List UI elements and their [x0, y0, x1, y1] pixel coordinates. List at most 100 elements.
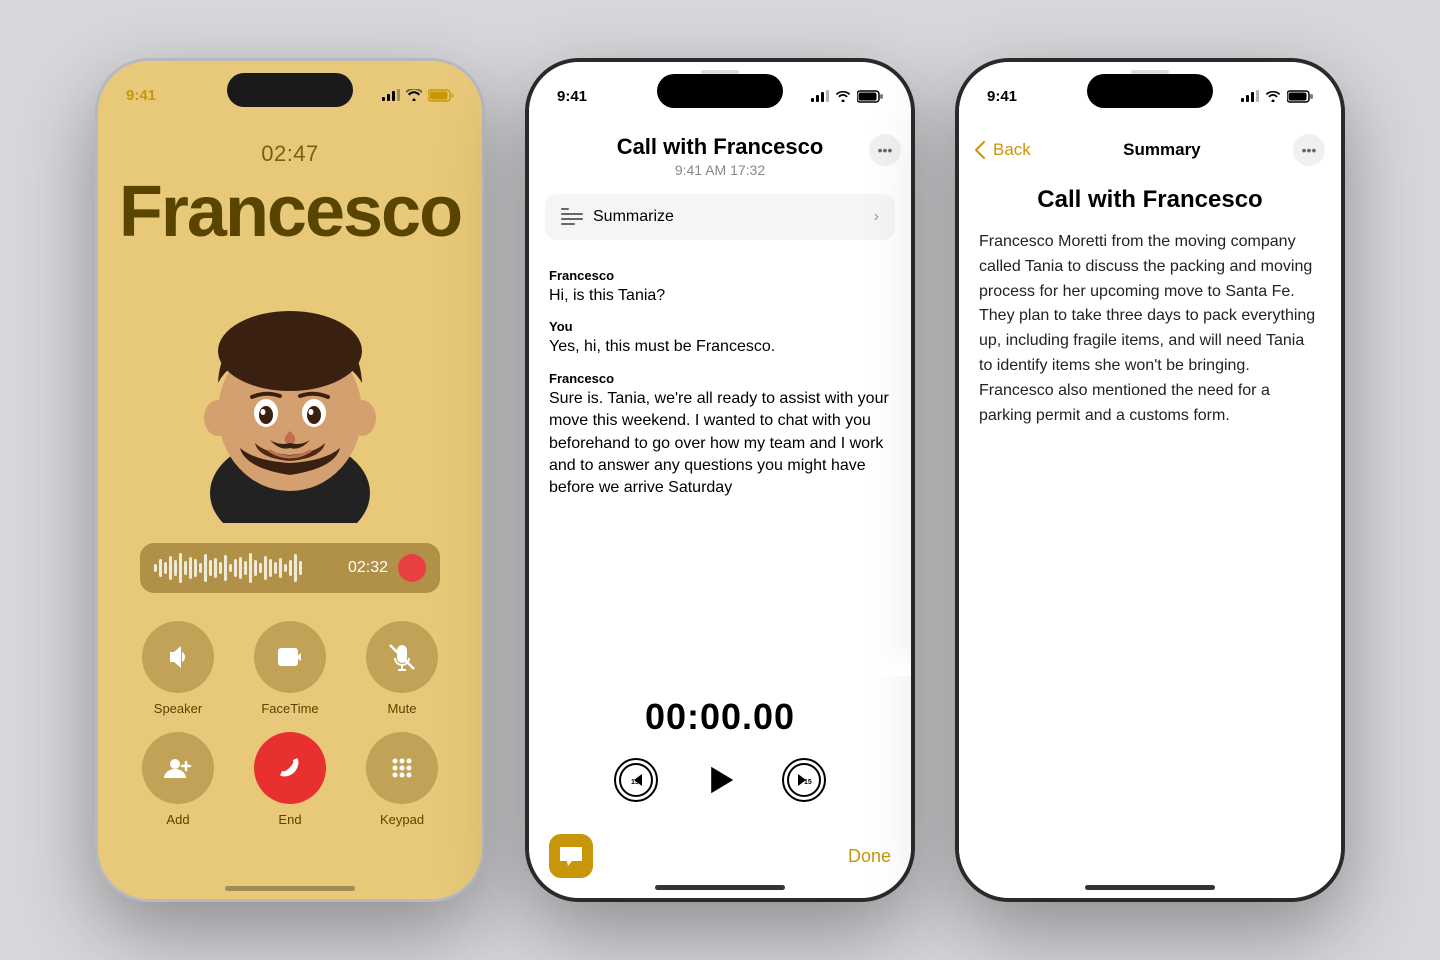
add-label: Add	[166, 812, 189, 827]
call-controls-top: Speaker FaceTime Mute	[130, 621, 450, 716]
add-button[interactable]: Add	[130, 732, 226, 827]
mute-icon-circle	[366, 621, 438, 693]
back-label: Back	[993, 140, 1031, 160]
end-icon-circle	[254, 732, 326, 804]
mute-button[interactable]: Mute	[354, 621, 450, 716]
summary-body: Call with Francesco Francesco Moretti fr…	[959, 166, 1341, 898]
svg-text:15: 15	[804, 779, 812, 786]
transcript-text-2: Yes, hi, this must be Francesco.	[549, 336, 891, 358]
home-indicator-phone1	[225, 886, 355, 891]
keypad-button[interactable]: Keypad	[354, 732, 450, 827]
add-icon-circle	[142, 732, 214, 804]
mute-icon	[386, 641, 418, 673]
summarize-icon	[561, 208, 583, 226]
transcript-entry-3: Francesco Sure is. Tania, we're all read…	[549, 371, 891, 500]
recording-dot	[398, 554, 426, 582]
facetime-label: FaceTime	[261, 701, 318, 716]
playback-section: 00:00.00 15	[529, 676, 911, 822]
facetime-icon-circle	[254, 621, 326, 693]
mute-label: Mute	[388, 701, 417, 716]
more-options-button[interactable]: •••	[869, 134, 901, 166]
speaker-1: Francesco	[549, 268, 891, 283]
summarize-label: Summarize	[593, 208, 674, 226]
summarize-left: Summarize	[561, 208, 674, 226]
transcript-text-3: Sure is. Tania, we're all ready to assis…	[549, 388, 891, 500]
facetime-icon	[274, 641, 306, 673]
playback-time: 00:00.00	[549, 696, 891, 738]
summary-more-button[interactable]: •••	[1293, 134, 1325, 166]
summary-text: Francesco Moretti from the moving compan…	[979, 230, 1321, 428]
skip-back-icon: 15	[618, 762, 654, 798]
status-icons-phone3	[1241, 90, 1313, 103]
phone1-screen: 9:41 02:47	[98, 61, 482, 899]
transcript-header: Call with Francesco 9:41 AM 17:32 •••	[529, 134, 911, 178]
phone2-screen: 9:41	[529, 62, 911, 898]
dynamic-island-phone2	[657, 74, 783, 108]
wifi-icon-p2	[835, 90, 851, 102]
facetime-button[interactable]: FaceTime	[242, 621, 338, 716]
recording-bar: 02:32	[140, 543, 440, 593]
dynamic-island-phone3	[1087, 74, 1213, 108]
play-icon	[698, 755, 742, 805]
caller-name: Francesco	[119, 171, 461, 253]
play-button[interactable]	[698, 758, 742, 802]
signal-icon-p2	[811, 90, 829, 102]
summarize-button[interactable]: Summarize ›	[545, 194, 895, 240]
home-indicator-phone2	[655, 885, 785, 890]
end-call-icon	[274, 752, 306, 784]
phone-summary: 9:41	[955, 58, 1345, 902]
signal-icon	[382, 89, 400, 101]
phone3-screen: 9:41	[959, 62, 1341, 898]
phone-transcript: 9:41	[525, 58, 915, 902]
speaker-icon	[162, 641, 194, 673]
playback-controls: 15 15	[549, 758, 891, 802]
status-icons-phone2	[811, 90, 883, 103]
memoji-avatar	[170, 283, 410, 523]
summarize-chevron-icon: ›	[874, 208, 879, 226]
speaker-button[interactable]: Speaker	[130, 621, 226, 716]
speaker-2: You	[549, 319, 891, 334]
transcript-entry-2: You Yes, hi, this must be Francesco.	[549, 319, 891, 358]
speech-bubble-icon	[558, 845, 584, 867]
call-controls-bottom: Add End	[130, 732, 450, 827]
battery-icon-p3	[1287, 90, 1313, 103]
avatar-area	[160, 263, 420, 523]
battery-icon	[428, 89, 454, 102]
speaker-icon-circle	[142, 621, 214, 693]
back-button[interactable]: Back	[975, 140, 1031, 160]
signal-icon-p3	[1241, 90, 1259, 102]
keypad-label: Keypad	[380, 812, 424, 827]
dynamic-island	[227, 73, 353, 107]
end-button[interactable]: End	[242, 732, 338, 827]
keypad-icon-circle	[366, 732, 438, 804]
wifi-icon	[406, 89, 422, 101]
summary-nav: Back Summary •••	[959, 134, 1341, 166]
skip-forward-button[interactable]: 15	[782, 758, 826, 802]
transcript-subtitle: 9:41 AM 17:32	[569, 162, 871, 178]
phone-active-call: 9:41 02:47	[95, 58, 485, 902]
waveform	[154, 553, 338, 583]
transcript-icon-button[interactable]	[549, 834, 593, 878]
skip-forward-icon: 15	[786, 762, 822, 798]
end-label: End	[278, 812, 301, 827]
battery-icon-p2	[857, 90, 883, 103]
status-icons-phone1	[382, 89, 454, 102]
speaker-3: Francesco	[549, 371, 891, 386]
status-time-phone3: 9:41	[987, 88, 1017, 105]
call-timer: 02:47	[261, 141, 319, 167]
skip-back-button[interactable]: 15	[614, 758, 658, 802]
transcript-fade	[529, 646, 911, 676]
svg-text:15: 15	[631, 779, 639, 786]
add-contact-icon	[162, 752, 194, 784]
done-button[interactable]: Done	[848, 846, 891, 867]
home-indicator-phone3	[1085, 885, 1215, 890]
keypad-icon	[388, 754, 416, 782]
wifi-icon-p3	[1265, 90, 1281, 102]
summary-nav-title: Summary	[1123, 140, 1200, 160]
transcript-text-1: Hi, is this Tania?	[549, 285, 891, 307]
status-time-phone1: 9:41	[126, 87, 156, 104]
speaker-label: Speaker	[154, 701, 202, 716]
transcript-entry-1: Francesco Hi, is this Tania?	[549, 268, 891, 307]
summary-call-title: Call with Francesco	[979, 186, 1321, 214]
recording-time: 02:32	[348, 559, 388, 577]
